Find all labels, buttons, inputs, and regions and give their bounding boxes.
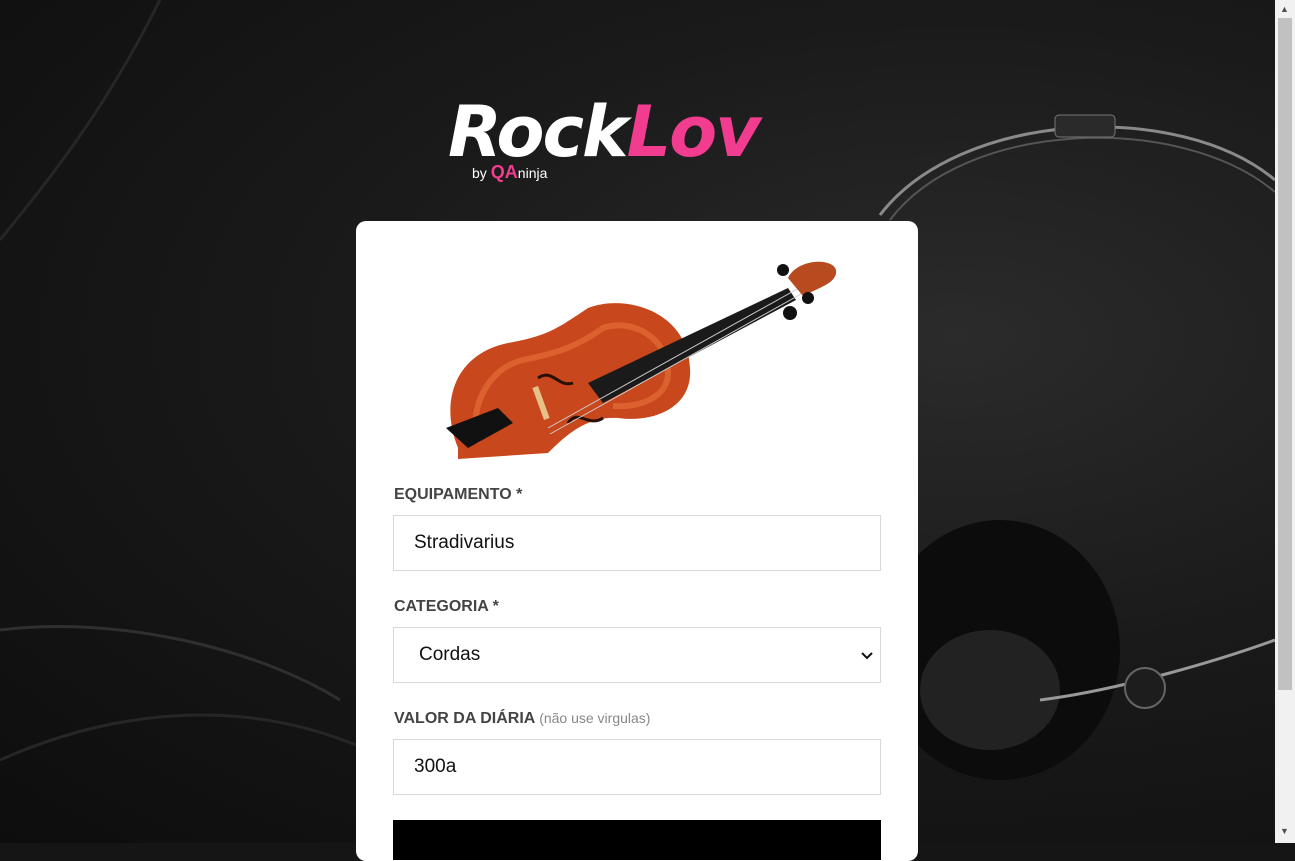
category-label: CATEGORIA *	[394, 598, 499, 615]
scrollbar-thumb[interactable]	[1278, 18, 1292, 690]
logo-rock-text: Rock	[448, 91, 629, 173]
category-select[interactable]: Cordas	[393, 627, 881, 683]
category-value: Cordas	[419, 644, 481, 665]
logo-wordmark: RockLov	[448, 91, 761, 173]
submit-button[interactable]	[393, 820, 881, 860]
scroll-down-arrow-icon[interactable]: ▼	[1280, 826, 1289, 836]
qaninja-badge: QA ninja	[491, 162, 548, 183]
logo-byline: by QA ninja	[472, 162, 547, 183]
logo-lov-text: Lov	[626, 91, 761, 173]
price-hint: (não use virgulas)	[539, 710, 651, 726]
page-scrollbar[interactable]: ▲ ▼	[1275, 0, 1295, 843]
equipment-input[interactable]: Stradivarius	[393, 515, 881, 571]
price-input[interactable]: 300a	[393, 739, 881, 795]
violin-image[interactable]	[438, 258, 838, 459]
chevron-down-icon	[861, 652, 873, 660]
rocklov-logo: RockLov by QA ninja	[448, 92, 828, 192]
scroll-up-arrow-icon[interactable]: ▲	[1280, 4, 1289, 14]
equipment-value: Stradivarius	[414, 532, 515, 553]
price-label-text: VALOR DA DIÁRIA	[394, 710, 535, 727]
ninja-text: ninja	[517, 164, 548, 181]
price-label: VALOR DA DIÁRIA (não use virgulas)	[394, 710, 650, 728]
equipment-label: EQUIPAMENTO *	[394, 486, 523, 503]
qa-text: QA	[490, 162, 518, 182]
logo-by-text: by	[472, 164, 487, 181]
price-value: 300a	[414, 756, 457, 777]
